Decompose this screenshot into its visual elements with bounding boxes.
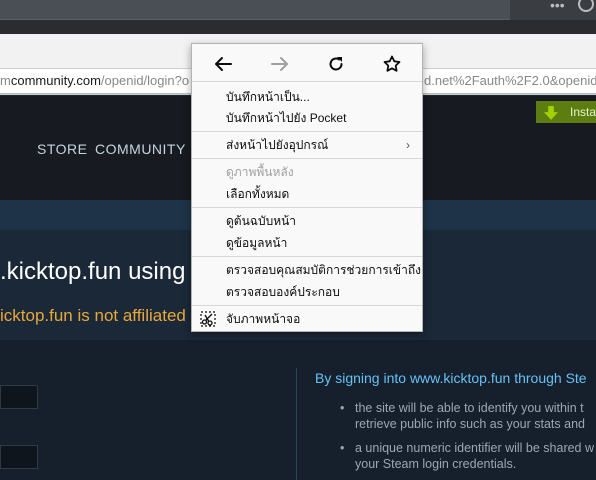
menu-separator [192,81,422,82]
page-title: .kicktop.fun using [0,258,186,285]
download-icon [544,105,558,120]
menu-inspect-element[interactable]: ตรวจสอบองค์ประกอบ [226,282,416,302]
menu-separator [192,207,422,208]
menu-take-screenshot[interactable]: จับภาพหน้าจอ [226,309,416,329]
submenu-chevron-icon: › [406,138,410,152]
reload-icon[interactable] [322,52,350,76]
bullet-dot-icon: • [340,401,345,415]
back-arrow-icon[interactable] [209,52,237,76]
password-field[interactable] [0,445,38,469]
nav-store[interactable]: STORE [37,141,87,157]
toolbar-gap [0,20,596,34]
url-text-right: d.net%2Fauth%2F2.0&openid [424,73,596,88]
active-tab[interactable] [0,0,510,20]
column-divider [296,368,297,480]
menu-view-page-source[interactable]: ดูต้นฉบับหน้า [226,211,416,231]
tab-strip: ••• [0,0,596,20]
menu-separator [192,131,422,132]
install-steam-button[interactable]: Insta [536,101,596,123]
menu-view-page-info[interactable]: ดูข้อมูลหน้า [226,233,416,253]
menu-send-page-to-device[interactable]: ส่งหน้าไปยังอุปกรณ์ › [226,135,416,155]
menu-separator [192,305,422,306]
bullet-dot-icon: • [340,441,345,455]
username-field[interactable] [0,385,38,409]
context-menu: บันทึกหน้าเป็น... บันทึกหน้าไปยัง Pocket… [191,43,423,332]
scissors-screenshot-icon [200,311,216,327]
bookmark-star-icon[interactable] [378,52,406,76]
forward-arrow-icon [266,52,294,76]
url-text-left: mcommunity.com/openid/login?o [0,73,190,88]
signin-heading: By signing into www.kicktop.fun through … [315,370,587,386]
menu-save-to-pocket[interactable]: บันทึกหน้าไปยัง Pocket [226,108,416,128]
affiliation-warning: icktop.fun is not affiliated [0,306,186,325]
menu-inspect-accessibility[interactable]: ตรวจสอบคุณสมบัติการช่วยการเข้าถึง [226,260,421,280]
menu-separator [192,256,422,257]
extension-check-icon[interactable] [578,0,594,12]
nav-community[interactable]: COMMUNITY [95,141,186,157]
menu-separator [192,158,422,159]
menu-select-all[interactable]: เลือกทั้งหมด [226,184,416,204]
overflow-menu-icon[interactable]: ••• [550,0,565,12]
menu-view-background-image: ดูภาพพื้นหลัง [226,165,294,179]
menu-save-page-as[interactable]: บันทึกหน้าเป็น... [226,87,416,107]
context-nav-row [192,44,422,82]
login-content: By signing into www.kicktop.fun through … [0,340,596,480]
